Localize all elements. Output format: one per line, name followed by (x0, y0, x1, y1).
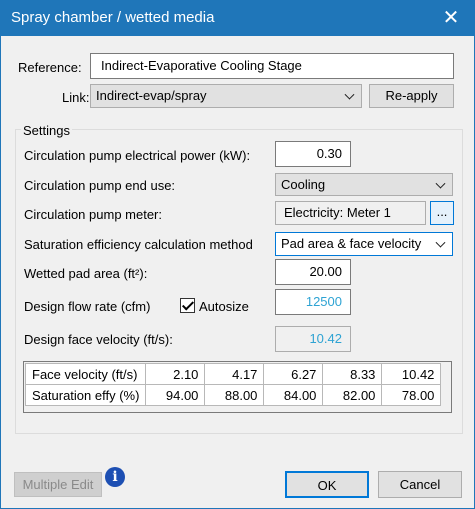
multiple-edit-button: Multiple Edit (14, 472, 102, 497)
velocity-efficiency-table: Face velocity (ft/s) 2.10 4.17 6.27 8.33… (24, 363, 442, 406)
chevron-down-icon (435, 237, 446, 248)
wetted-area-label: Wetted pad area (ft²): (24, 266, 148, 281)
table-cell[interactable]: 2.10 (145, 363, 206, 385)
autosize-label: Autosize (199, 299, 249, 314)
title-bar: Spray chamber / wetted media ✕ (0, 0, 475, 36)
table-cell[interactable]: 82.00 (322, 384, 383, 406)
table-cell[interactable]: 6.27 (263, 363, 324, 385)
table-cell[interactable]: 94.00 (145, 384, 206, 406)
pump-end-use-label: Circulation pump end use: (24, 178, 176, 193)
pump-power-input[interactable]: 0.30 (275, 141, 351, 167)
info-icon[interactable]: i (105, 467, 125, 487)
face-velocity-label: Design face velocity (ft/s): (24, 332, 173, 347)
sat-method-label: Saturation efficiency calculation method (24, 237, 253, 252)
table-cell[interactable]: 4.17 (204, 363, 265, 385)
sat-method-select[interactable]: Pad area & face velocity (275, 232, 453, 256)
meter-browse-button[interactable]: ... (430, 201, 454, 225)
wetted-area-input[interactable]: 20.00 (275, 259, 351, 285)
reference-input[interactable]: Indirect-Evaporative Cooling Stage (90, 53, 454, 79)
window-title: Spray chamber / wetted media (11, 9, 215, 26)
chevron-down-icon (344, 89, 355, 100)
pump-meter-label: Circulation pump meter: (24, 207, 162, 222)
cancel-button[interactable]: Cancel (378, 471, 462, 498)
table-row: Saturation effy (%) 94.00 88.00 84.00 82… (24, 384, 442, 406)
table-cell[interactable]: 84.00 (263, 384, 324, 406)
pump-end-use-select[interactable]: Cooling (275, 173, 453, 196)
table-cell[interactable]: 10.42 (381, 363, 442, 385)
pump-power-label: Circulation pump electrical power (kW): (24, 148, 251, 163)
table-row: Face velocity (ft/s) 2.10 4.17 6.27 8.33… (24, 363, 442, 385)
reapply-button[interactable]: Re-apply (369, 84, 454, 108)
dialog-body: Reference: Indirect-Evaporative Cooling … (1, 36, 474, 508)
table-cell[interactable]: 8.33 (322, 363, 383, 385)
pump-meter-field: Electricity: Meter 1 (275, 201, 426, 225)
design-flow-label: Design flow rate (cfm) (24, 299, 151, 314)
pump-end-use-value: Cooling (281, 177, 326, 192)
autosize-checkbox[interactable] (180, 298, 195, 313)
design-flow-input[interactable]: 12500 (275, 289, 351, 315)
link-select[interactable]: Indirect-evap/spray (90, 84, 362, 108)
ok-button[interactable]: OK (285, 471, 369, 498)
face-velocity-field: 10.42 (275, 326, 351, 352)
reference-label: Reference: (18, 60, 82, 75)
row-header: Face velocity (ft/s) (24, 363, 147, 385)
link-label: Link: (62, 90, 90, 105)
link-select-value: Indirect-evap/spray (96, 88, 207, 103)
close-icon[interactable]: ✕ (440, 7, 462, 29)
chevron-down-icon (435, 178, 446, 189)
sat-method-value: Pad area & face velocity (281, 236, 422, 251)
table-cell[interactable]: 88.00 (204, 384, 265, 406)
table-cell[interactable]: 78.00 (381, 384, 442, 406)
row-header: Saturation effy (%) (24, 384, 147, 406)
settings-group-title: Settings (21, 123, 72, 138)
